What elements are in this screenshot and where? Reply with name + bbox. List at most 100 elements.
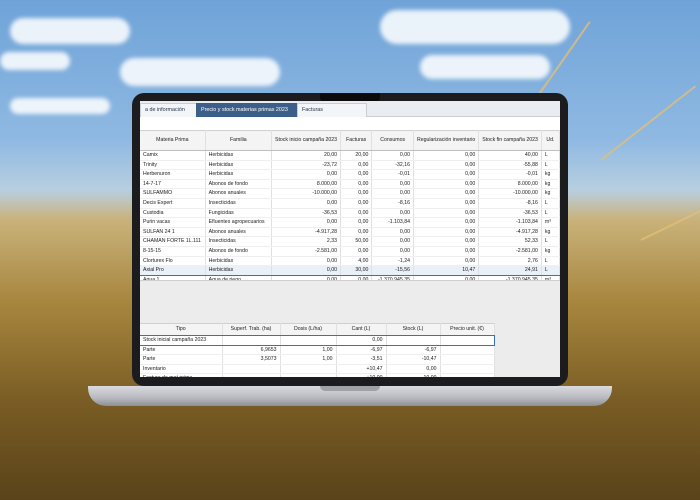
- table-cell[interactable]: 2,33: [271, 236, 342, 247]
- table-cell[interactable]: 0,00: [271, 256, 342, 267]
- table-cell[interactable]: L: [541, 198, 560, 209]
- table-cell[interactable]: Herbicidas: [205, 265, 273, 276]
- table-row[interactable]: SULFAMMO Abonos anuales -10.000,00 0,00 0,00…: [140, 188, 560, 199]
- table-row[interactable]: Parte 3,5073 1,00 -3,51 -10,47: [140, 354, 495, 365]
- table-row[interactable]: Factura de mat.prima +10,0010,00: [140, 373, 495, 377]
- table-cell[interactable]: Clorturex Flo: [140, 256, 206, 267]
- table-cell[interactable]: 0,00: [271, 265, 342, 276]
- table-cell[interactable]: [280, 373, 337, 377]
- table-cell[interactable]: 0,00: [413, 256, 480, 267]
- table-cell[interactable]: kg: [541, 227, 560, 238]
- table-cell[interactable]: 8.000,00: [271, 179, 342, 190]
- table-cell[interactable]: 0,00: [271, 217, 342, 228]
- table-cell[interactable]: 0,00: [386, 364, 441, 375]
- table-cell[interactable]: -32,16: [371, 160, 414, 171]
- table-cell[interactable]: -36,53: [478, 208, 542, 219]
- table-cell[interactable]: Custodia: [140, 208, 206, 219]
- table-cell[interactable]: -1.103,84: [478, 217, 542, 228]
- table-cell[interactable]: 0,00: [371, 246, 414, 257]
- table-row[interactable]: Trinity Herbicidas -23,72 0,00 -32,16 0,00 -55…: [140, 160, 560, 171]
- table-cell[interactable]: 0,00: [340, 188, 373, 199]
- table-cell[interactable]: [280, 364, 337, 375]
- table-cell[interactable]: Axial Pro: [140, 265, 206, 276]
- table-cell[interactable]: Abonos anuales: [205, 227, 273, 238]
- table-cell[interactable]: L: [541, 208, 560, 219]
- col-header[interactable]: Consumos: [371, 130, 414, 151]
- table-row[interactable]: Camix Herbicidas 20,00 20,00 0,00 0,00 40,00 L: [140, 150, 560, 161]
- table-cell[interactable]: 24,91: [478, 265, 542, 276]
- col-header[interactable]: Stock (L): [386, 323, 441, 336]
- table-row[interactable]: Inventario +10,47 0,00: [140, 364, 495, 375]
- table-cell[interactable]: 50,00: [340, 236, 373, 247]
- table-cell[interactable]: -6,97: [336, 345, 387, 356]
- table-cell[interactable]: -3,51: [336, 354, 387, 365]
- table-cell[interactable]: 4,00: [340, 256, 373, 267]
- table-row[interactable]: CHAMAN FORTE 1L.111 Insecticidas 2,33 50,00…: [140, 236, 560, 247]
- table-cell[interactable]: 40,00: [478, 150, 542, 161]
- table-cell[interactable]: -23,72: [271, 160, 342, 171]
- table-cell[interactable]: Trinity: [140, 160, 206, 171]
- col-header[interactable]: Dosis (L/ha): [280, 323, 337, 336]
- table-cell[interactable]: -2.581,00: [271, 246, 342, 257]
- table-cell[interactable]: -4.917,28: [271, 227, 342, 238]
- table-cell[interactable]: [440, 373, 495, 377]
- table-cell[interactable]: 0,00: [413, 227, 480, 238]
- table-cell[interactable]: 0,00: [340, 160, 373, 171]
- table-cell[interactable]: 0,00: [413, 169, 480, 180]
- table-cell[interactable]: 0,00: [340, 208, 373, 219]
- table-cell[interactable]: Herbicidas: [205, 256, 273, 267]
- table-cell[interactable]: kg: [541, 179, 560, 190]
- table-cell[interactable]: -6,97: [386, 345, 441, 356]
- table-cell[interactable]: 2,76: [478, 256, 542, 267]
- table-cell[interactable]: L: [541, 160, 560, 171]
- col-header[interactable]: Precio unit. (€): [440, 323, 495, 336]
- table-cell[interactable]: 0,00: [413, 188, 480, 199]
- table-cell[interactable]: 0,00: [371, 188, 414, 199]
- col-header[interactable]: Familia: [205, 130, 273, 151]
- table-row[interactable]: Axial Pro Herbicidas 0,00 30,00 -15,56 10,47 2…: [140, 265, 560, 276]
- table-cell[interactable]: 0,00: [340, 227, 373, 238]
- table-cell[interactable]: SULFAN 24 1: [140, 227, 206, 238]
- col-header[interactable]: Materia Prima: [140, 130, 206, 151]
- table-cell[interactable]: Fungicidas: [205, 208, 273, 219]
- table-cell[interactable]: -4.917,28: [478, 227, 542, 238]
- table-cell[interactable]: 0,00: [413, 160, 480, 171]
- table-cell[interactable]: Factura de mat.prima: [140, 373, 223, 377]
- table-cell[interactable]: [222, 335, 281, 346]
- table-cell[interactable]: 6,9653: [222, 345, 281, 356]
- table-row[interactable]: Stock inicial campaña 2023 0,00: [140, 334, 495, 347]
- table-cell[interactable]: 10,00: [386, 373, 441, 377]
- table-cell[interactable]: 3,5073: [222, 354, 281, 365]
- table-cell[interactable]: 0,00: [340, 179, 373, 190]
- table-cell[interactable]: -10.000,00: [478, 188, 542, 199]
- table-cell[interactable]: CHAMAN FORTE 1L.111: [140, 236, 206, 247]
- table-cell[interactable]: 20,00: [340, 150, 373, 161]
- table-cell[interactable]: [440, 354, 495, 365]
- table-cell[interactable]: 0,00: [271, 169, 342, 180]
- table-cell[interactable]: 8-15-15: [140, 246, 206, 257]
- table-cell[interactable]: -1,24: [371, 256, 414, 267]
- table-cell[interactable]: Herbenuron: [140, 169, 206, 180]
- col-header[interactable]: Cant (L): [336, 323, 387, 336]
- table-cell[interactable]: 1,00: [280, 354, 337, 365]
- table-cell[interactable]: +10,00: [336, 373, 387, 377]
- table-row[interactable]: Clorturex Flo Herbicidas 0,00 4,00 -1,24 0,00…: [140, 256, 560, 267]
- table-row[interactable]: 8-15-15 Abonos de fondo -2.581,00 0,00 0,00 0…: [140, 246, 560, 257]
- table-cell[interactable]: +10,47: [336, 364, 387, 375]
- table-cell[interactable]: SULFAMMO: [140, 188, 206, 199]
- table-cell[interactable]: Abonos anuales: [205, 188, 273, 199]
- table-cell[interactable]: Insecticidas: [205, 198, 273, 209]
- table-cell[interactable]: 0,00: [413, 217, 480, 228]
- table-row[interactable]: Herbenuron Herbicidas 0,00 0,00 -0,01 0,00 -0,…: [140, 169, 560, 180]
- table-cell[interactable]: 0,00: [413, 246, 480, 257]
- table-cell[interactable]: L: [541, 236, 560, 247]
- table-cell[interactable]: kg: [541, 169, 560, 180]
- col-header[interactable]: Stock fin campaña 2023: [478, 130, 542, 151]
- table-cell[interactable]: kg: [541, 246, 560, 257]
- table-cell[interactable]: 8.000,00: [478, 179, 542, 190]
- table-cell[interactable]: 20,00: [271, 150, 342, 161]
- table-row[interactable]: Purin vacas Efluentes agropecuarios 0,00 0,…: [140, 217, 560, 228]
- table-cell[interactable]: 14-7-17: [140, 179, 206, 190]
- table-cell[interactable]: -10.000,00: [271, 188, 342, 199]
- table-cell[interactable]: Abonos de fondo: [205, 246, 273, 257]
